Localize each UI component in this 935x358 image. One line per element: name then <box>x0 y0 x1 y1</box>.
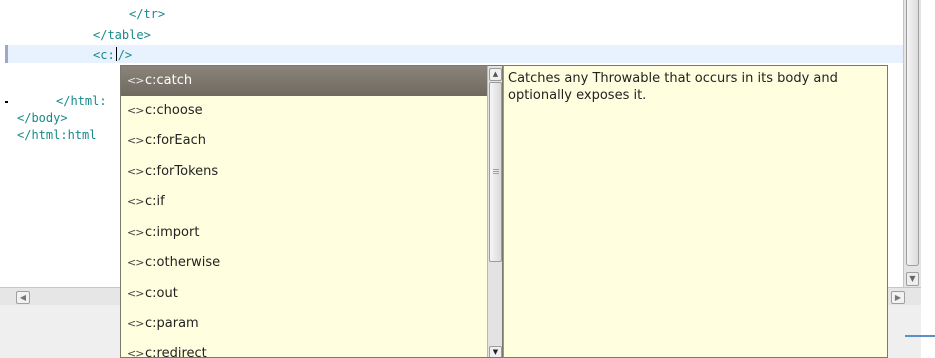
scroll-right-arrow-icon[interactable]: ▶ <box>891 291 905 304</box>
tag-icon: <> <box>127 195 144 208</box>
left-ruler <box>0 0 8 287</box>
tag-icon: <> <box>127 287 144 300</box>
scrollbar-thumb[interactable] <box>489 82 502 262</box>
code-text: /> <box>117 48 133 62</box>
proposal-c-out[interactable]: <> c:out <box>121 279 487 309</box>
tag-icon: <> <box>127 134 144 147</box>
code-line: </tr> <box>129 7 166 21</box>
code-text: <c: <box>93 48 115 62</box>
scroll-down-arrow-icon[interactable]: ▼ <box>906 272 919 286</box>
code-line: </body> <box>17 111 68 125</box>
tag-icon: <> <box>127 74 144 87</box>
proposal-label: c:otherwise <box>145 255 221 270</box>
proposal-label: c:out <box>145 286 178 301</box>
scroll-up-arrow-icon[interactable]: ▲ <box>489 68 502 81</box>
editor-vertical-scrollbar[interactable]: ▼ <box>903 0 921 290</box>
scroll-down-arrow-icon[interactable]: ▼ <box>489 346 502 357</box>
documentation-popup: Catches any Throwable that occurs in its… <box>503 65 888 358</box>
proposal-c-foreach[interactable]: <> c:forEach <box>121 126 487 156</box>
proposal-c-import[interactable]: <> c:import <box>121 218 487 248</box>
code-line: </html:html <box>17 128 97 142</box>
proposal-label: c:forEach <box>145 133 206 148</box>
text-cursor <box>115 47 117 61</box>
tag-icon: <> <box>127 165 144 178</box>
proposal-c-fortokens[interactable]: <> c:forTokens <box>121 157 487 187</box>
code-line-current[interactable]: <c:/> <box>93 47 132 63</box>
current-line-highlight <box>8 45 903 63</box>
proposal-c-if[interactable]: <> c:if <box>121 187 487 217</box>
scroll-left-arrow-icon[interactable]: ◀ <box>16 291 30 304</box>
proposal-label: c:if <box>145 194 165 209</box>
proposal-c-otherwise[interactable]: <> c:otherwise <box>121 248 487 278</box>
scrollbar-thumb[interactable] <box>906 0 919 266</box>
right-gutter <box>921 0 935 358</box>
content-assist-popup[interactable]: <> c:catch <> c:choose <> c:forEach <> c:for… <box>120 65 503 358</box>
proposal-label: c:param <box>145 316 199 331</box>
proposal-c-redirect[interactable]: <> c:redirect <box>121 339 487 358</box>
tag-icon: <> <box>127 256 144 269</box>
error-marker <box>5 101 8 103</box>
proposal-label: c:choose <box>145 103 203 118</box>
proposal-c-param[interactable]: <> c:param <box>121 309 487 339</box>
proposal-label: c:redirect <box>145 346 207 358</box>
code-line: </html: <box>56 94 107 108</box>
tag-icon: <> <box>127 317 144 330</box>
proposal-label: c:catch <box>145 73 193 88</box>
change-marker <box>5 45 8 63</box>
panel-accent-line <box>905 335 935 337</box>
tag-icon: <> <box>127 104 144 117</box>
code-line: </table> <box>93 28 151 42</box>
proposal-label: c:forTokens <box>145 164 219 179</box>
documentation-text: Catches any Throwable that occurs in its… <box>508 71 838 103</box>
proposal-c-catch[interactable]: <> c:catch <box>121 66 487 96</box>
tag-icon: <> <box>127 347 144 358</box>
tag-icon: <> <box>127 226 144 239</box>
proposals-scrollbar[interactable]: ▲ ▼ <box>487 66 502 357</box>
proposal-c-choose[interactable]: <> c:choose <box>121 96 487 126</box>
grip-icon <box>493 169 499 170</box>
proposal-label: c:import <box>145 225 200 240</box>
